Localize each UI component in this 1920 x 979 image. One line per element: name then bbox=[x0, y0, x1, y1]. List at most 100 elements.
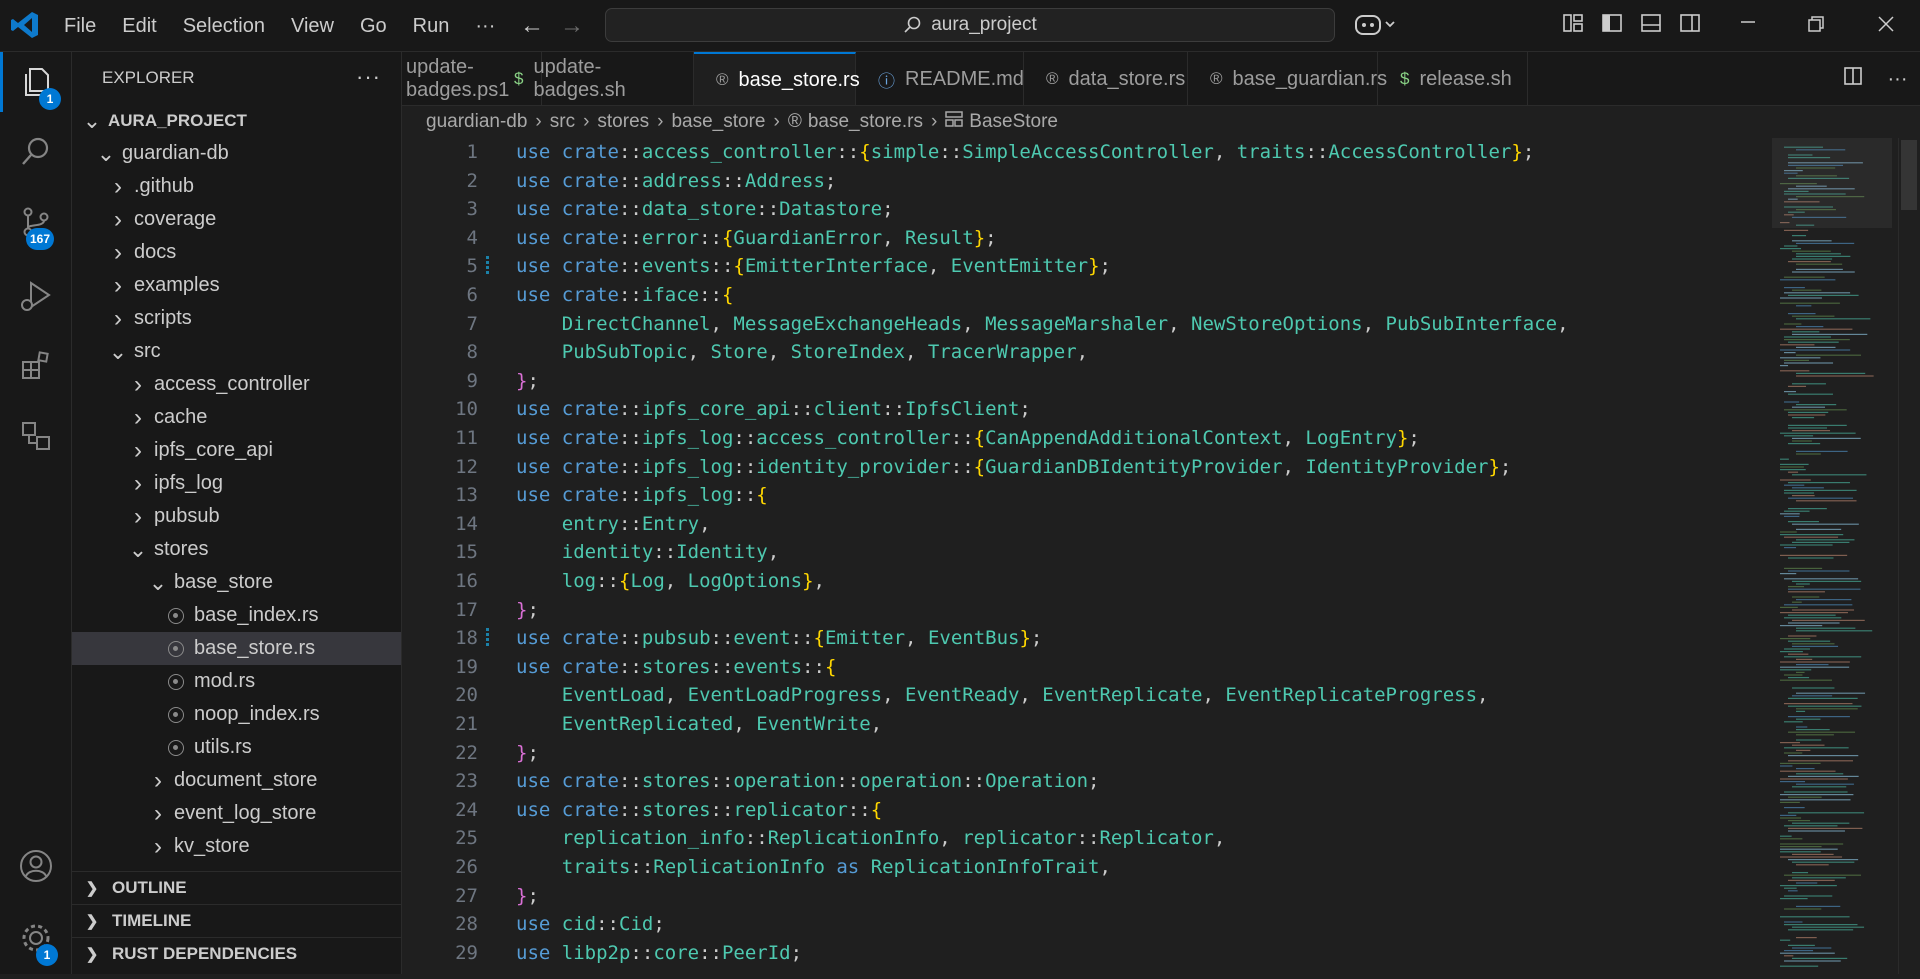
breadcrumb-item[interactable]: guardian-db bbox=[426, 111, 527, 133]
breadcrumb-item[interactable]: BaseStore bbox=[969, 111, 1058, 133]
folder-item[interactable]: › .github bbox=[72, 170, 401, 203]
explorer-icon[interactable]: 1 bbox=[0, 52, 75, 112]
folder-item[interactable]: › event_log_store bbox=[72, 797, 401, 830]
minimap-line bbox=[1784, 955, 1794, 957]
toggle-panel-icon[interactable] bbox=[1640, 12, 1662, 40]
vscode-logo-icon bbox=[10, 10, 42, 42]
split-editor-icon[interactable] bbox=[1843, 66, 1863, 92]
file-item[interactable]: utils.rs bbox=[72, 731, 401, 764]
line-number: 13 bbox=[455, 484, 478, 507]
extensions-icon[interactable] bbox=[0, 336, 72, 396]
breadcrumb-item[interactable]: stores bbox=[597, 111, 649, 133]
menu-go[interactable]: Go bbox=[348, 15, 401, 38]
command-center-search[interactable]: aura_project bbox=[605, 8, 1335, 42]
menu-more[interactable]: ··· bbox=[463, 15, 509, 38]
timeline-section[interactable]: ❯ TIMELINE bbox=[72, 904, 401, 937]
folder-item[interactable]: › access_controller bbox=[72, 368, 401, 401]
vertical-scrollbar[interactable] bbox=[1898, 138, 1920, 974]
toggle-primary-sidebar-icon[interactable] bbox=[1601, 12, 1623, 40]
folder-item[interactable]: › ipfs_log bbox=[72, 467, 401, 500]
minimap[interactable] bbox=[1772, 138, 1892, 974]
file-item[interactable]: mod.rs bbox=[72, 665, 401, 698]
menu-file[interactable]: File bbox=[52, 15, 110, 38]
folder-item[interactable]: › scripts bbox=[72, 302, 401, 335]
editor-tab[interactable]: ® data_store.rs bbox=[1024, 52, 1188, 105]
code-text: use libp2p::core::PeerId; bbox=[516, 941, 803, 964]
modified-line-indicator[interactable] bbox=[486, 256, 489, 277]
folder-item[interactable]: › docs bbox=[72, 236, 401, 269]
tree-item-label: event_log_store bbox=[174, 802, 317, 824]
back-arrow-icon[interactable]: ← bbox=[520, 12, 544, 40]
editor-tab[interactable]: $ release.sh bbox=[1378, 52, 1528, 105]
source-control-icon[interactable]: 167 bbox=[0, 192, 72, 252]
minimap-line bbox=[1780, 302, 1840, 304]
rust-dependencies-section[interactable]: ❯ RUST DEPENDENCIES bbox=[72, 937, 401, 970]
code-editor[interactable]: 1 use crate::access_controller::{simple::… bbox=[402, 138, 1772, 974]
more-actions-icon[interactable]: ··· bbox=[356, 64, 381, 90]
minimap-line bbox=[1780, 606, 1798, 608]
minimap-line bbox=[1780, 432, 1856, 434]
menu-view[interactable]: View bbox=[279, 15, 348, 38]
minimap-line bbox=[1788, 341, 1839, 343]
folder-item[interactable]: › pubsub bbox=[72, 500, 401, 533]
file-item[interactable]: noop_index.rs bbox=[72, 698, 401, 731]
editor-tab[interactable]: $ update-badges.sh bbox=[492, 52, 694, 105]
menu-edit[interactable]: Edit bbox=[110, 15, 170, 38]
editor-tab[interactable]: ® base_guardian.rs bbox=[1188, 52, 1387, 105]
minimap-line bbox=[1780, 458, 1789, 460]
search-view-icon[interactable] bbox=[0, 122, 72, 182]
folder-item[interactable]: › ipfs_core_api bbox=[72, 434, 401, 467]
forward-arrow-icon[interactable]: → bbox=[560, 12, 584, 40]
copilot-icon[interactable] bbox=[1354, 12, 1398, 44]
more-actions-icon[interactable]: ··· bbox=[1888, 68, 1908, 91]
minimap-line bbox=[1784, 287, 1805, 289]
restore-icon[interactable] bbox=[1806, 14, 1826, 40]
folder-item[interactable]: › cache bbox=[72, 401, 401, 434]
minimap-line bbox=[1780, 801, 1800, 803]
customize-layout-icon[interactable] bbox=[1562, 12, 1584, 40]
minimap-line bbox=[1784, 887, 1797, 889]
menu-bar: File Edit Selection View Go Run ··· bbox=[52, 0, 509, 52]
editor-tab[interactable]: ⓘ README.md bbox=[856, 52, 1024, 105]
editor-tab[interactable]: ® base_store.rs bbox=[694, 52, 860, 105]
close-icon[interactable] bbox=[1876, 14, 1896, 40]
minimap-line bbox=[1784, 336, 1831, 338]
accounts-icon[interactable] bbox=[0, 836, 72, 896]
remote-explorer-icon[interactable] bbox=[0, 406, 72, 466]
folder-item[interactable]: ⌄ AURA_PROJECT bbox=[72, 104, 401, 137]
menu-selection[interactable]: Selection bbox=[171, 15, 279, 38]
folder-item[interactable]: › coverage bbox=[72, 203, 401, 236]
folder-item[interactable]: ⌄ src bbox=[72, 335, 401, 368]
tree-item-label: ipfs_core_api bbox=[154, 439, 273, 461]
toggle-secondary-sidebar-icon[interactable] bbox=[1679, 12, 1701, 40]
file-item[interactable]: base_index.rs bbox=[72, 599, 401, 632]
tree-item-label: base_index.rs bbox=[194, 604, 319, 626]
outline-section[interactable]: ❯ OUTLINE bbox=[72, 871, 401, 904]
folder-item[interactable]: ⌄ base_store bbox=[72, 566, 401, 599]
minimap-line bbox=[1784, 617, 1842, 619]
minimap-line bbox=[1796, 692, 1866, 694]
chevron-right-icon: › bbox=[114, 271, 122, 299]
manage-gear-icon[interactable]: 1 bbox=[0, 908, 72, 968]
chevron-right-icon: › bbox=[114, 238, 122, 266]
code-line: 10 use crate::ipfs_core_api::client::Ipfs… bbox=[402, 395, 1772, 424]
minimap-line bbox=[1792, 609, 1855, 611]
minimap-line bbox=[1792, 947, 1832, 949]
folder-item[interactable]: ⌄ guardian-db bbox=[72, 137, 401, 170]
menu-run[interactable]: Run bbox=[401, 15, 464, 38]
breadcrumb-item[interactable]: base_store bbox=[671, 111, 765, 133]
breadcrumb-item[interactable]: base_store.rs bbox=[808, 111, 923, 133]
scrollbar-thumb[interactable] bbox=[1901, 140, 1917, 210]
minimap-line bbox=[1788, 755, 1859, 757]
minimap-line bbox=[1796, 658, 1813, 660]
minimize-icon[interactable] bbox=[1738, 10, 1758, 36]
file-item[interactable]: base_store.rs bbox=[72, 632, 401, 665]
folder-item[interactable]: › kv_store bbox=[72, 830, 401, 863]
run-debug-icon[interactable] bbox=[0, 266, 72, 326]
folder-item[interactable]: › examples bbox=[72, 269, 401, 302]
folder-item[interactable]: › document_store bbox=[72, 764, 401, 797]
breadcrumb-item[interactable]: src bbox=[550, 111, 575, 133]
modified-line-indicator[interactable] bbox=[486, 628, 489, 649]
folder-item[interactable]: ⌄ stores bbox=[72, 533, 401, 566]
minimap-slider[interactable] bbox=[1772, 138, 1892, 228]
